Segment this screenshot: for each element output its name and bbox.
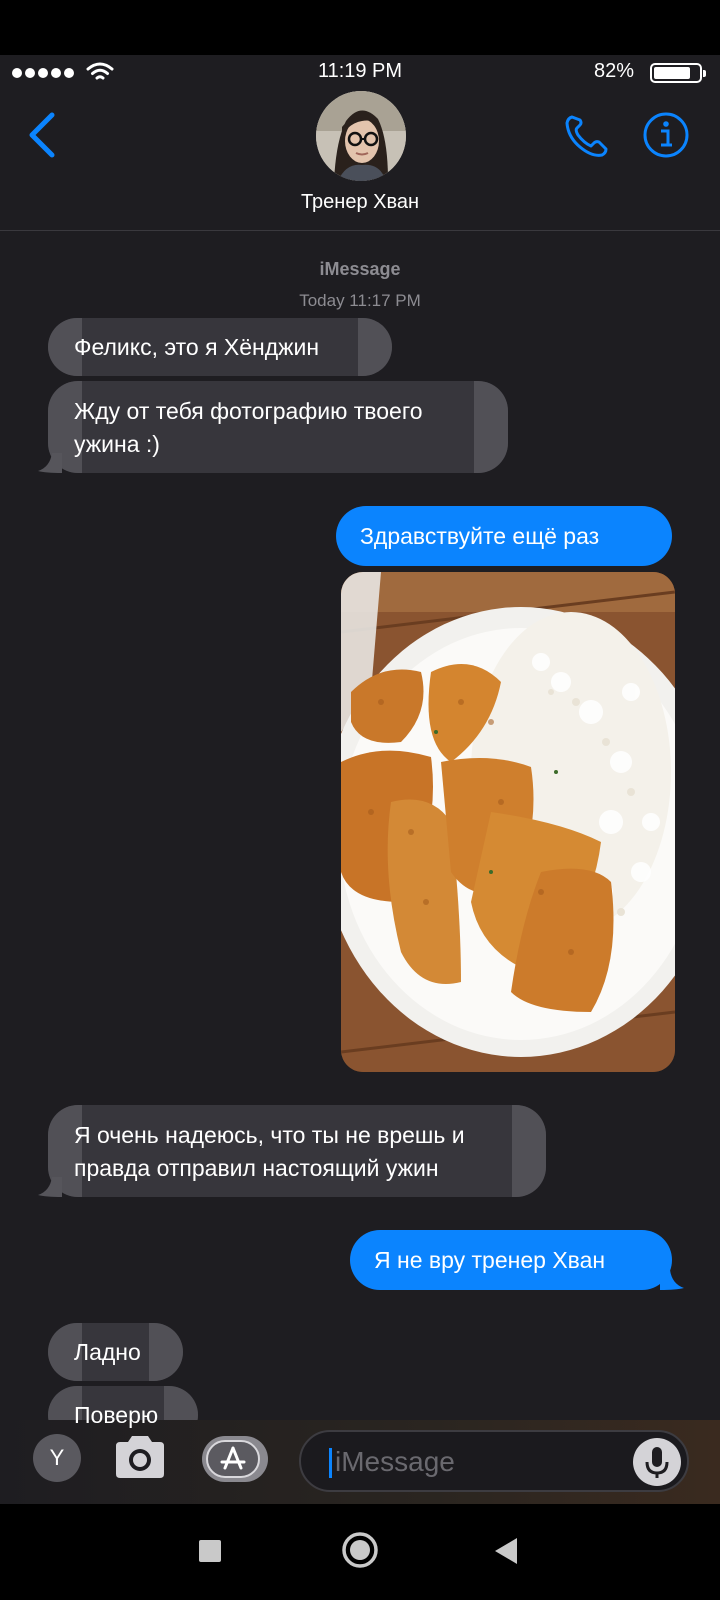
battery-percent: 82% <box>593 60 634 82</box>
chicken-cutlet-with-rice-photo[interactable] <box>341 572 675 1072</box>
message-input[interactable]: iMessage <box>299 1430 689 1492</box>
message-text: Феликс, это я Хёнджин <box>74 334 320 360</box>
home-button[interactable] <box>341 1531 379 1569</box>
battery-icon <box>650 63 706 83</box>
microphone-button[interactable] <box>633 1438 681 1486</box>
phone-icon[interactable] <box>562 111 612 161</box>
android-nav-bar <box>0 1504 720 1600</box>
message-text-line: правда отправил настоящий ужин <box>74 1155 439 1181</box>
service-label: iMessage <box>319 259 401 279</box>
message-text: Здравствуйте ещё раз <box>360 523 600 549</box>
message-input-placeholder: iMessage <box>335 1446 455 1477</box>
recents-button[interactable] <box>199 1540 221 1562</box>
conversation-header: Тренер Хван <box>0 89 720 231</box>
compose-bar: Y iMessage <box>0 1420 720 1504</box>
status-bar: 11:19 PM 82% <box>0 55 720 89</box>
contact-name[interactable]: Тренер Хван <box>0 191 720 214</box>
incoming-message[interactable]: Я очень надеюсь, что ты не врешь и правд… <box>48 1105 546 1197</box>
app-store-button[interactable] <box>202 1436 268 1482</box>
top-black-strip <box>0 0 720 55</box>
text-caret <box>329 1448 332 1478</box>
outgoing-message[interactable]: Здравствуйте ещё раз <box>336 506 672 566</box>
incoming-message[interactable]: Жду от тебя фотографию твоего ужина :) <box>48 381 508 473</box>
info-icon[interactable] <box>642 111 690 159</box>
outgoing-message[interactable]: Я не вру тренер Хван <box>350 1230 672 1290</box>
y-app-button[interactable]: Y <box>33 1434 81 1482</box>
message-text: Я не вру тренер Хван <box>374 1247 606 1273</box>
microphone-icon <box>645 1447 669 1478</box>
avatar[interactable] <box>316 91 406 181</box>
bubble-tail <box>38 453 62 473</box>
messages-screen: 11:19 PM 82% Тренер Хван iMessage Today … <box>0 55 720 1504</box>
bubble-tail <box>38 1177 62 1197</box>
incoming-message[interactable]: Феликс, это я Хёнджин <box>48 318 392 376</box>
message-text-line: ужина :) <box>74 431 160 457</box>
back-triangle-icon[interactable] <box>493 1536 519 1566</box>
chevron-left-icon[interactable] <box>22 109 62 161</box>
message-text-line: Жду от тебя фотографию твоего <box>74 398 423 424</box>
app-store-icon <box>220 1446 246 1470</box>
message-timestamp: Today 11:17 PM <box>299 291 421 310</box>
camera-icon[interactable] <box>112 1432 168 1482</box>
message-text: Ладно <box>74 1339 141 1365</box>
bubble-tail <box>660 1270 684 1290</box>
message-text: Поверю <box>74 1402 159 1428</box>
message-text-line: Я очень надеюсь, что ты не врешь и <box>74 1122 465 1148</box>
incoming-message[interactable]: Ладно <box>48 1323 183 1381</box>
